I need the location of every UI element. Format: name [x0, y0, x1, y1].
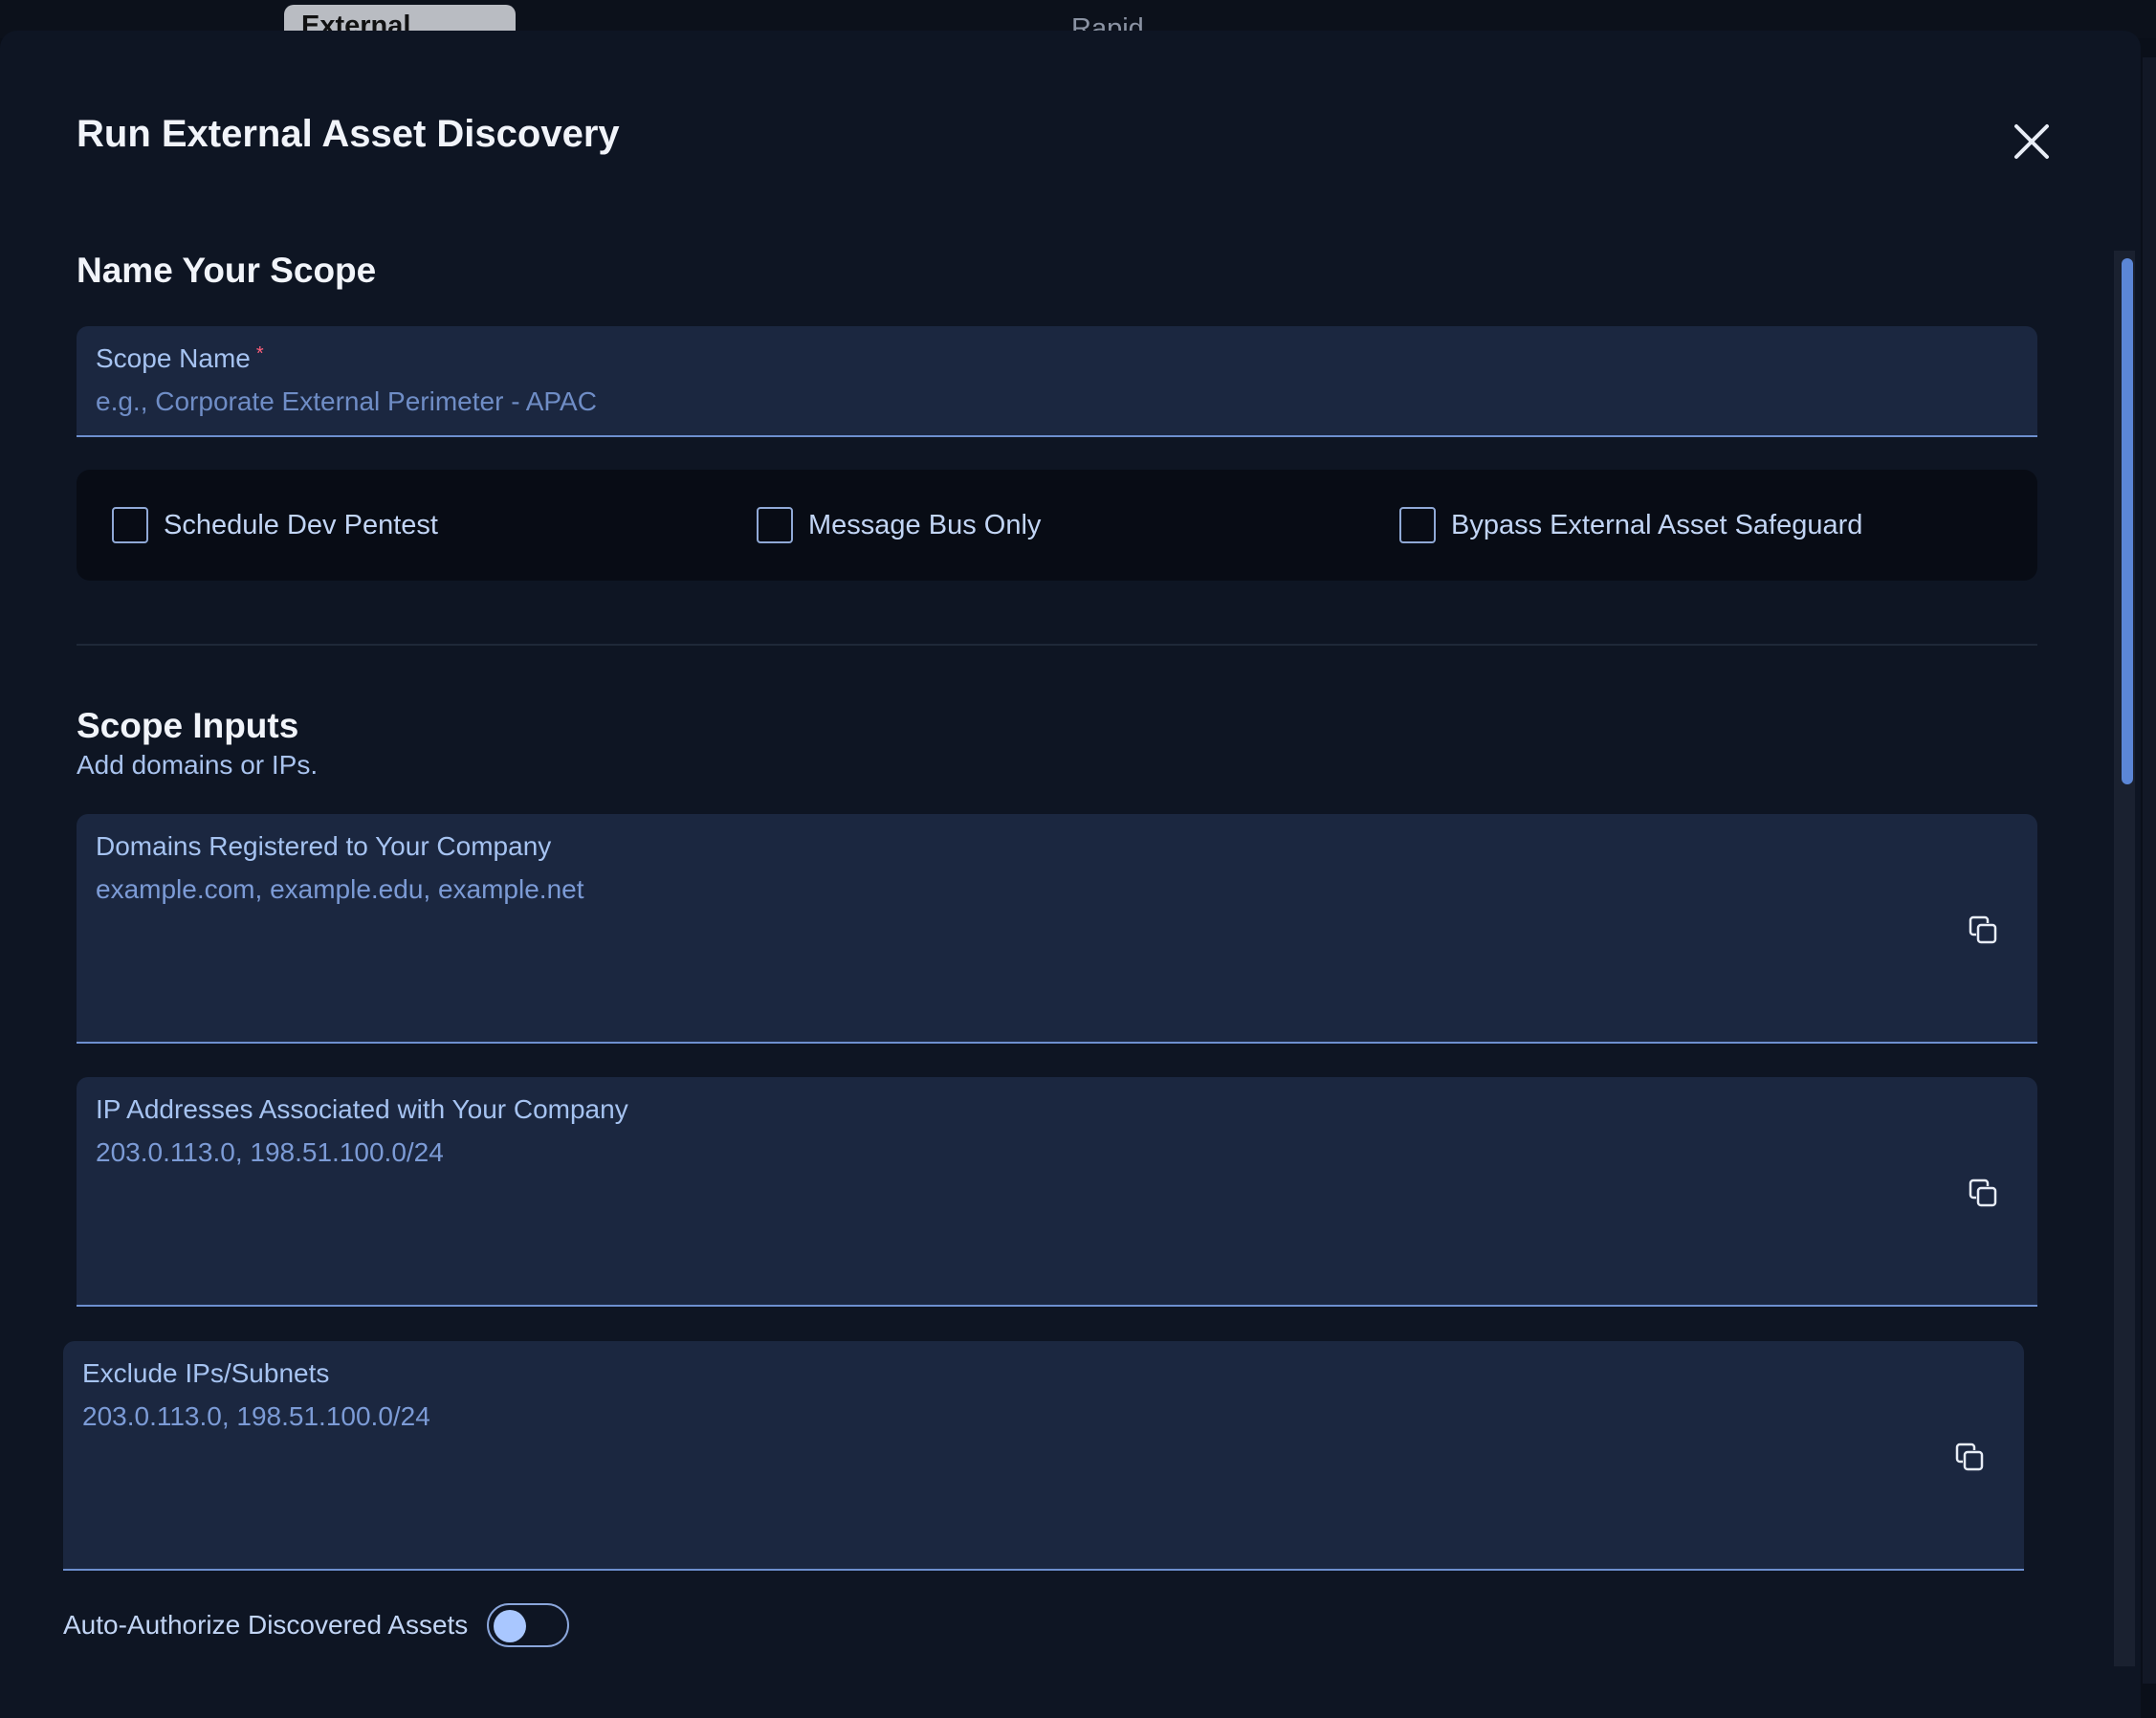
section-subtitle: Add domains or IPs. — [77, 750, 319, 780]
domains-field[interactable]: Domains Registered to Your Company examp… — [77, 814, 2037, 1044]
background-strip — [2143, 57, 2156, 1684]
scope-name-field[interactable]: Scope Name * e.g., Corporate External Per… — [77, 326, 2037, 437]
exclude-placeholder: 203.0.113.0, 198.51.100.0/24 — [82, 1401, 430, 1431]
close-button[interactable] — [2009, 119, 2055, 165]
checkbox[interactable] — [757, 507, 793, 543]
domains-label: Domains Registered to Your Company — [96, 831, 552, 861]
domains-placeholder: example.com, example.edu, example.net — [96, 874, 584, 904]
copy-button[interactable] — [1953, 1441, 1986, 1473]
copy-icon — [1969, 915, 1997, 944]
section-title-name-scope: Name Your Scope — [77, 251, 377, 290]
option-label: Schedule Dev Pentest — [164, 509, 438, 540]
exclude-label: Exclude IPs/Subnets — [82, 1358, 330, 1388]
option-label: Message Bus Only — [808, 509, 1042, 540]
scope-name-label: Scope Name * — [96, 343, 264, 373]
copy-button[interactable] — [1967, 914, 1999, 946]
option-label: Bypass External Asset Safeguard — [1451, 509, 1863, 540]
ip-addresses-label: IP Addresses Associated with Your Compan… — [96, 1094, 628, 1124]
option-bypass-safeguard[interactable]: Bypass External Asset Safeguard — [1399, 504, 1862, 546]
copy-icon — [1955, 1443, 1984, 1471]
auto-authorize-row: Auto-Authorize Discovered Assets — [63, 1603, 570, 1647]
checkbox[interactable] — [112, 507, 148, 543]
toggle-knob — [494, 1610, 527, 1642]
checkbox[interactable] — [1399, 507, 1436, 543]
ip-addresses-placeholder: 203.0.113.0, 198.51.100.0/24 — [96, 1137, 444, 1167]
options-bar: Schedule Dev Pentest Message Bus Only By… — [77, 470, 2037, 581]
section-title-scope-inputs: Scope Inputs — [77, 706, 299, 745]
ip-addresses-field[interactable]: IP Addresses Associated with Your Compan… — [77, 1077, 2037, 1307]
divider — [77, 644, 2037, 646]
auto-authorize-label: Auto-Authorize Discovered Assets — [63, 1610, 469, 1640]
modal-title: Run External Asset Discovery — [77, 113, 620, 155]
exclude-field[interactable]: Exclude IPs/Subnets 203.0.113.0, 198.51.… — [63, 1341, 2024, 1571]
option-schedule-dev-pentest[interactable]: Schedule Dev Pentest — [112, 504, 438, 546]
scope-name-placeholder: e.g., Corporate External Perimeter - APA… — [96, 386, 597, 416]
copy-button[interactable] — [1967, 1177, 1999, 1209]
auto-authorize-toggle[interactable] — [487, 1603, 570, 1647]
option-message-bus-only[interactable]: Message Bus Only — [757, 504, 1041, 546]
scrollbar-thumb[interactable] — [2122, 258, 2133, 784]
required-marker: * — [255, 343, 264, 364]
copy-icon — [1969, 1178, 1997, 1207]
close-icon — [2014, 124, 2049, 159]
